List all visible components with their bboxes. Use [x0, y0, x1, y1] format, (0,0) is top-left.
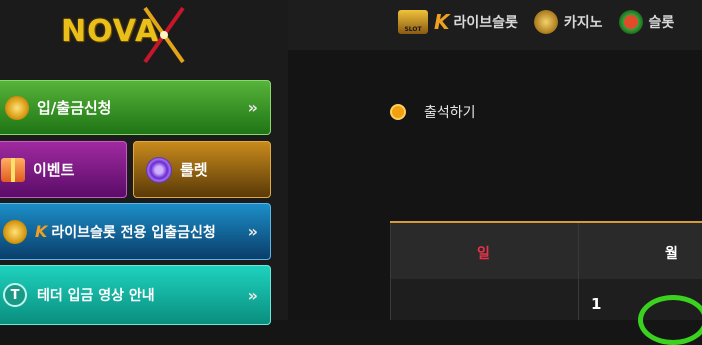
- k-brand-icon: K: [434, 10, 450, 34]
- nav-casino-label: 카지노: [563, 15, 603, 31]
- nav-live-slot-label: 라이브슬롯: [453, 15, 518, 31]
- weekday-monday: 월: [665, 246, 678, 262]
- slot-machine-icon: SLOT: [398, 10, 428, 34]
- event-button[interactable]: 이벤트: [0, 141, 127, 198]
- roulette-button[interactable]: 룰렛: [133, 141, 271, 198]
- nova-logo[interactable]: NOVA: [55, 6, 200, 64]
- top-nav: SLOT K 라이브슬롯 카지노 슬롯: [398, 10, 690, 34]
- tether-label: 테더 입금 영상 안내: [37, 288, 155, 304]
- live-slot-deposit-button[interactable]: K 라이브슬롯 전용 입출금신청 »: [0, 203, 271, 260]
- gift-box-icon: [1, 157, 25, 182]
- calendar-col-divider: [390, 223, 391, 320]
- attendance-option[interactable]: 출석하기: [390, 102, 476, 122]
- tether-guide-button[interactable]: T 테더 입금 영상 안내 »: [0, 265, 271, 325]
- roulette-label: 룰렛: [180, 161, 208, 179]
- nav-live-slot[interactable]: SLOT K 라이브슬롯: [398, 10, 518, 34]
- live-slot-label: 라이브슬롯 전용 입출금신청: [51, 224, 216, 241]
- main-content: 출석하기 일 월 1: [288, 50, 702, 345]
- k-brand-icon: K: [35, 222, 48, 241]
- casino-crest-icon: [533, 10, 558, 34]
- event-label: 이벤트: [33, 161, 75, 179]
- radio-dot-icon[interactable]: [390, 104, 406, 120]
- attendance-calendar: 일 월 1: [390, 221, 702, 345]
- slot-777-icon: [618, 10, 643, 34]
- sidebar: 입/출금신청 » 이벤트 룰렛 K 라이브슬롯 전용 입출금신청 » T 테더 …: [0, 70, 288, 325]
- chevron-right-icon: »: [247, 98, 258, 117]
- logo-area: NOVA: [0, 0, 288, 70]
- chevron-right-icon: »: [247, 285, 258, 305]
- calendar-col-divider: [578, 223, 579, 320]
- top-navigation-bar: SLOT K 라이브슬롯 카지노 슬롯: [288, 0, 702, 50]
- attendance-label: 출석하기: [424, 105, 476, 121]
- nav-slot-label: 슬롯: [648, 15, 675, 31]
- calendar-date[interactable]: 1: [591, 295, 601, 313]
- deposit-label: 입/출금신청: [37, 99, 112, 117]
- roulette-wheel-icon: [146, 156, 172, 183]
- attendance-stamp-icon: [638, 295, 702, 345]
- tether-coin-icon: T: [3, 283, 27, 307]
- deposit-withdraw-button[interactable]: 입/출금신청 »: [0, 80, 271, 135]
- gold-coins-icon: [5, 95, 29, 120]
- slot-badge-label: SLOT: [404, 26, 422, 33]
- calendar-header: [390, 223, 702, 279]
- nav-casino[interactable]: 카지노: [533, 10, 603, 34]
- weekday-sunday: 일: [477, 246, 490, 262]
- nav-slot[interactable]: 슬롯: [618, 10, 675, 34]
- coin-stack-icon: [3, 219, 27, 244]
- chevron-right-icon: »: [247, 222, 258, 241]
- logo-x-mark: [143, 6, 185, 64]
